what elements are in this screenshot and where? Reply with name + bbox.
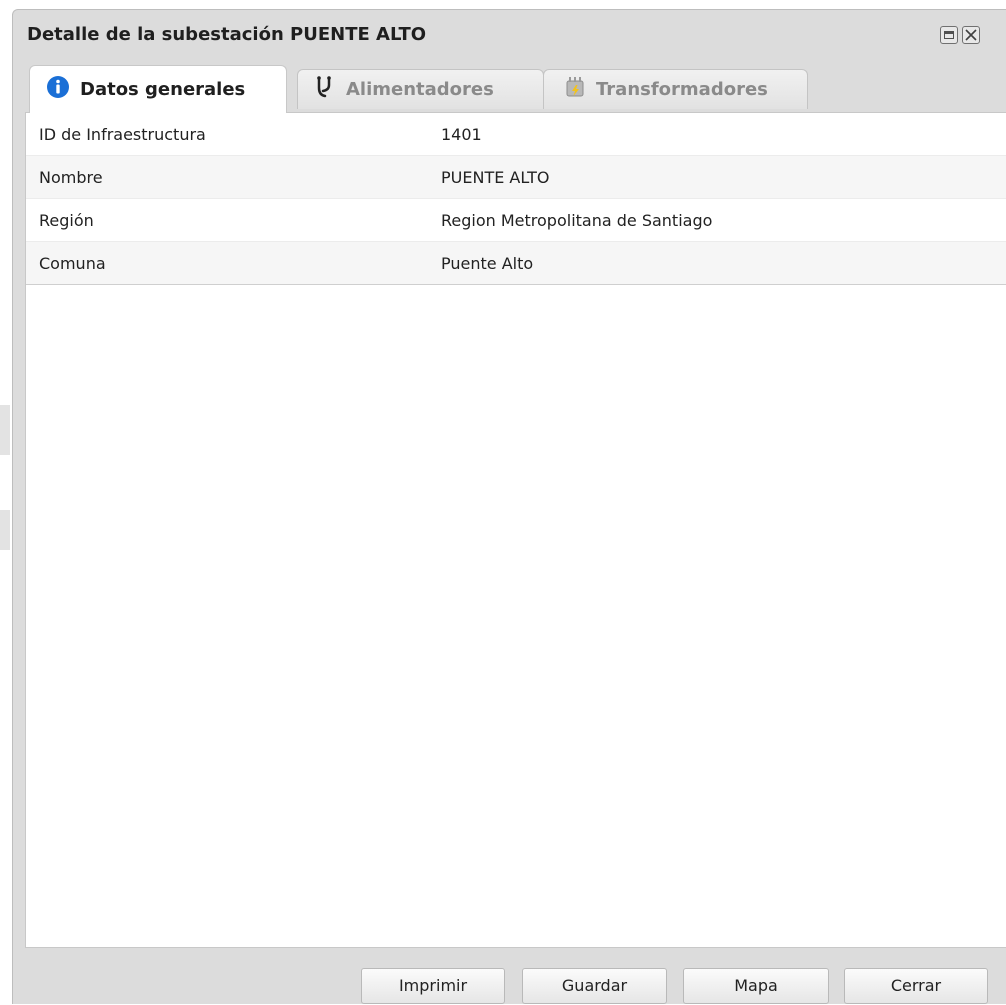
property-key: ID de Infraestructura xyxy=(26,113,441,156)
save-button[interactable]: Guardar xyxy=(522,968,667,1004)
tab-label: Alimentadores xyxy=(346,79,494,100)
table-row: Región Region Metropolitana de Santiago xyxy=(26,198,1006,242)
property-key: Nombre xyxy=(26,155,441,199)
property-value: Puente Alto xyxy=(441,241,1006,285)
properties-table: ID de Infraestructura 1401 Nombre PUENTE… xyxy=(26,113,1006,285)
tab-alimentadores[interactable]: Alimentadores xyxy=(297,69,544,109)
close-button[interactable]: Cerrar xyxy=(844,968,988,1004)
table-row: ID de Infraestructura 1401 xyxy=(26,113,1006,156)
info-icon xyxy=(46,75,70,104)
button-bar: Imprimir Guardar Mapa Cerrar xyxy=(13,948,1006,1005)
print-button[interactable]: Imprimir xyxy=(361,968,505,1004)
tab-label: Datos generales xyxy=(80,79,246,100)
tab-strip: Datos generales Alimentadores Transforma… xyxy=(13,65,1006,113)
close-icon[interactable] xyxy=(962,26,980,44)
maximize-icon[interactable] xyxy=(940,26,958,44)
transformer-icon xyxy=(564,75,586,104)
datos-generales-panel: ID de Infraestructura 1401 Nombre PUENTE… xyxy=(25,112,1006,948)
substation-detail-window: Detalle de la subestación PUENTE ALTO Da… xyxy=(12,9,1006,1004)
tab-label: Transformadores xyxy=(596,79,768,100)
property-value: Region Metropolitana de Santiago xyxy=(441,198,1006,242)
property-key: Comuna xyxy=(26,241,441,285)
table-row: Comuna Puente Alto xyxy=(26,241,1006,285)
window-title: Detalle de la subestación PUENTE ALTO xyxy=(27,24,427,45)
feeder-branch-icon xyxy=(314,75,336,104)
window-titlebar[interactable]: Detalle de la subestación PUENTE ALTO xyxy=(13,10,1006,56)
background-artifact xyxy=(0,510,10,550)
tab-transformadores[interactable]: Transformadores xyxy=(543,69,808,109)
property-key: Región xyxy=(26,198,441,242)
property-value: PUENTE ALTO xyxy=(441,155,1006,199)
map-button[interactable]: Mapa xyxy=(683,968,829,1004)
tab-datos-generales[interactable]: Datos generales xyxy=(29,65,287,113)
table-row: Nombre PUENTE ALTO xyxy=(26,155,1006,199)
property-value: 1401 xyxy=(441,113,1006,156)
background-artifact xyxy=(0,405,10,455)
